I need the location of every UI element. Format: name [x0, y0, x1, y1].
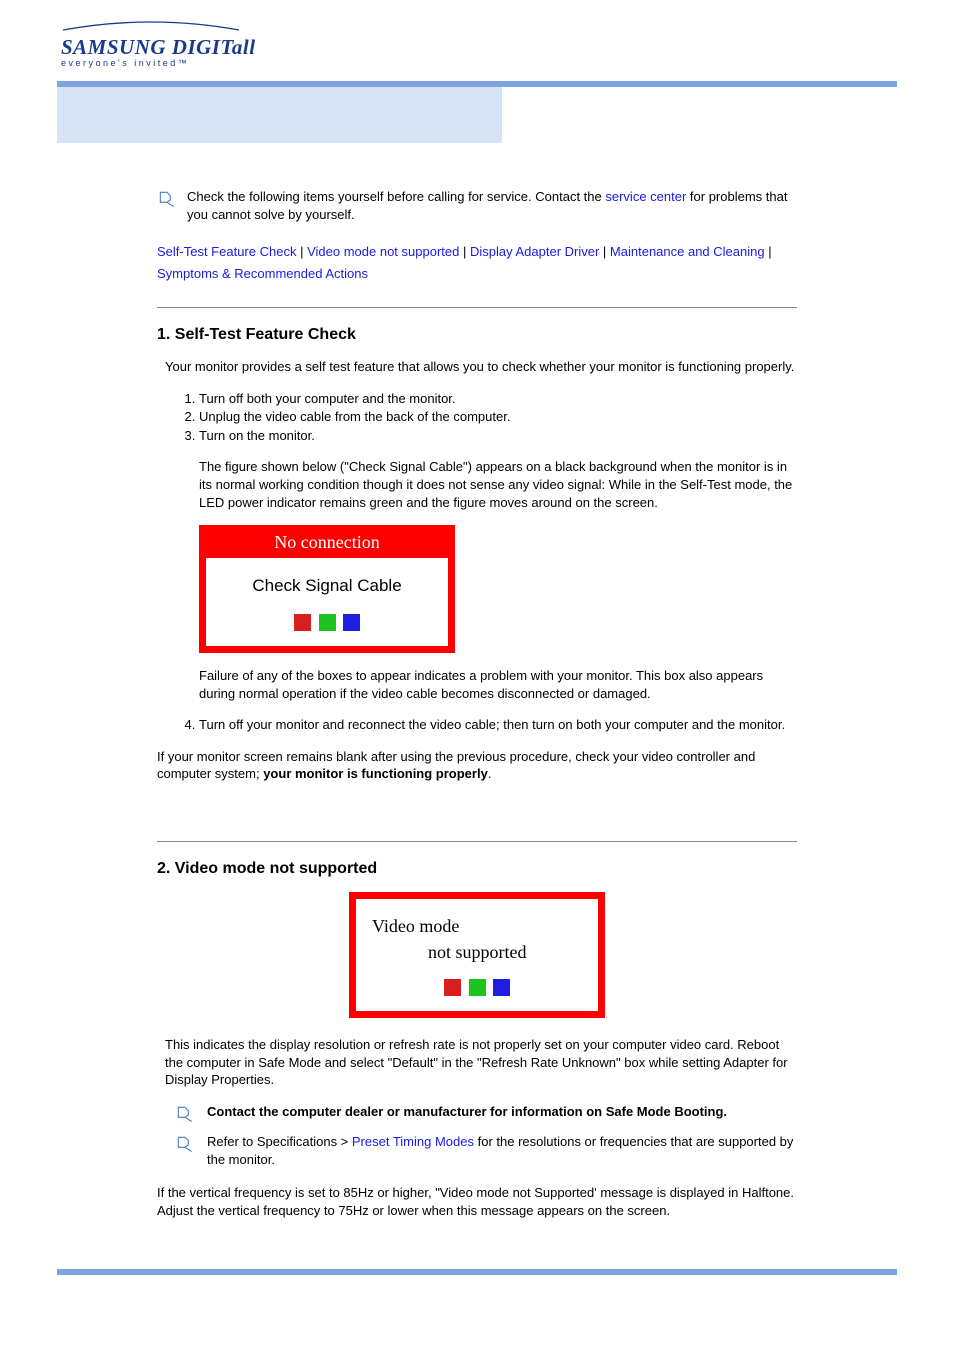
red-square: [444, 979, 461, 996]
rgb-squares: [356, 975, 598, 1011]
blue-square: [493, 979, 510, 996]
section-divider: [157, 307, 797, 308]
nav-video-mode[interactable]: Video mode not supported: [307, 244, 459, 259]
steps-list-2: Turn off your monitor and reconnect the …: [181, 716, 797, 734]
red-square: [294, 614, 311, 631]
concl-post: .: [488, 766, 492, 781]
pushpin-icon: [157, 190, 183, 211]
intro-text: Check the following items yourself befor…: [187, 188, 797, 223]
figure-header: No connection: [206, 532, 448, 558]
nav-sep: |: [463, 244, 470, 259]
failure-note: Failure of any of the boxes to appear in…: [199, 667, 797, 702]
no-connection-figure: No connection Check Signal Cable: [199, 525, 455, 653]
halftone-note: If the vertical frequency is set to 85Hz…: [157, 1184, 797, 1219]
figure-body: Check Signal Cable: [206, 558, 448, 610]
step-item: Turn off both your computer and the moni…: [199, 390, 797, 408]
contact-dealer-text: Contact the computer dealer or manufactu…: [207, 1103, 797, 1121]
nav-display-adapter[interactable]: Display Adapter Driver: [470, 244, 599, 259]
fig2-line2: not supported: [372, 939, 592, 965]
steps-list: Turn off both your computer and the moni…: [181, 390, 797, 445]
section-1-title: 1. Self-Test Feature Check: [157, 326, 797, 344]
nav-maintenance[interactable]: Maintenance and Cleaning: [610, 244, 765, 259]
section-1-conclusion: If your monitor screen remains blank aft…: [157, 748, 797, 783]
nav-symptoms[interactable]: Symptoms & Recommended Actions: [157, 266, 368, 281]
section-2-desc: This indicates the display resolution or…: [165, 1036, 797, 1089]
nav-sep: |: [768, 244, 771, 259]
nav-self-test[interactable]: Self-Test Feature Check: [157, 244, 296, 259]
service-center-link[interactable]: service center: [605, 189, 686, 204]
green-square: [469, 979, 486, 996]
rgb-squares: [206, 610, 448, 646]
step-item: Turn off your monitor and reconnect the …: [199, 716, 797, 734]
step-item: Turn on the monitor.: [199, 427, 797, 445]
figure-body-2: Video mode not supported: [356, 899, 598, 975]
preset-timing-link[interactable]: Preset Timing Modes: [352, 1134, 474, 1149]
logo-area: SAMSUNG DIGITall everyone's invited™: [57, 10, 897, 77]
refer-specs-text: Refer to Specifications > Preset Timing …: [207, 1133, 797, 1168]
video-mode-figure: Video mode not supported: [349, 892, 605, 1018]
step-item: Unplug the video cable from the back of …: [199, 408, 797, 426]
intro-pre: Check the following items yourself befor…: [187, 189, 605, 204]
concl-bold: your monitor is functioning properly: [263, 766, 488, 781]
pushpin-icon: [175, 1135, 201, 1158]
green-square: [319, 614, 336, 631]
section-2-title: 2. Video mode not supported: [157, 860, 797, 878]
footer-band: [57, 1269, 897, 1275]
nav-links: Self-Test Feature Check | Video mode not…: [157, 241, 797, 285]
header-block: [57, 87, 897, 143]
section-1-intro: Your monitor provides a self test featur…: [165, 358, 797, 376]
logo-text: SAMSUNG DIGITall: [61, 35, 256, 60]
blue-square: [343, 614, 360, 631]
nav-sep: |: [603, 244, 610, 259]
section-divider: [157, 841, 797, 842]
fig2-line1: Video mode: [372, 913, 592, 939]
pushpin-icon: [175, 1105, 201, 1128]
refer-pre: Refer to Specifications >: [207, 1134, 352, 1149]
step-3-note: The figure shown below ("Check Signal Ca…: [199, 458, 797, 511]
